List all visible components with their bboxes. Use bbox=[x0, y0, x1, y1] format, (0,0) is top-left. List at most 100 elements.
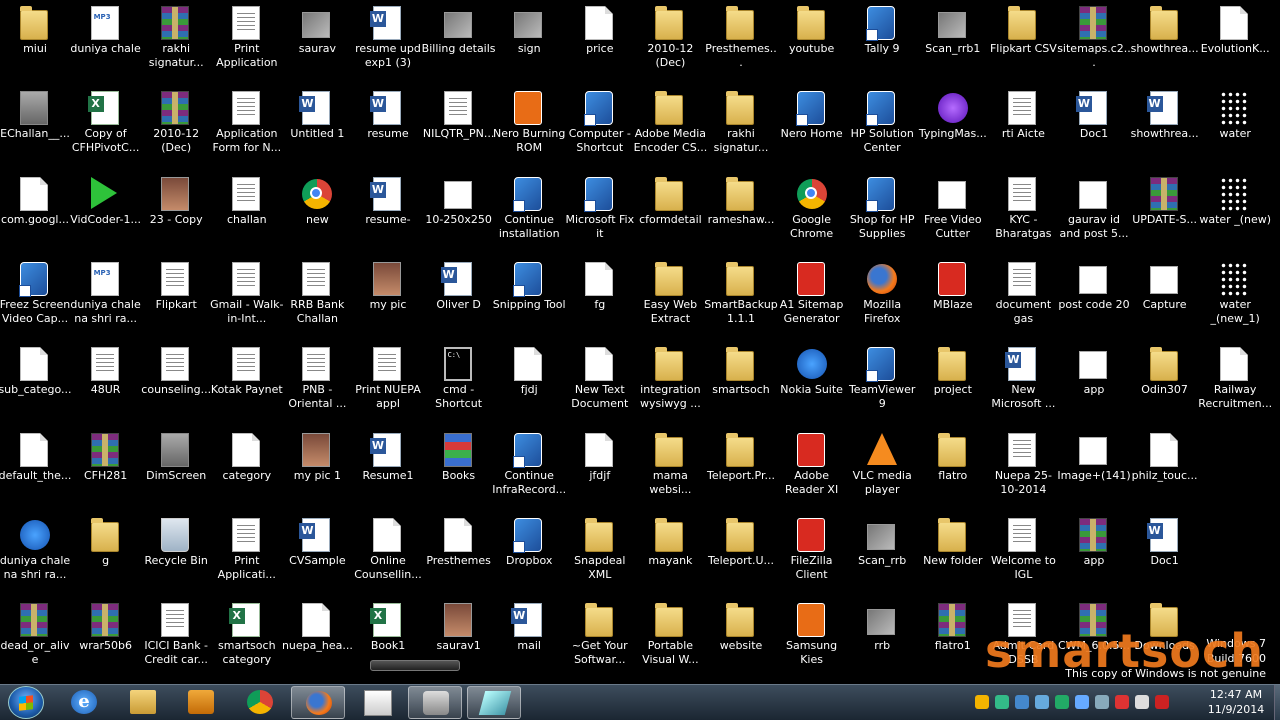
update-icon[interactable] bbox=[1075, 695, 1089, 709]
desktop-icon[interactable]: Dropbox bbox=[494, 514, 564, 594]
desktop-icon[interactable]: Nokia Suite bbox=[777, 343, 847, 423]
desktop-icon[interactable]: project bbox=[918, 343, 988, 423]
desktop-icon[interactable]: flatro1 bbox=[918, 599, 988, 679]
desktop[interactable]: miui duniya chale rakhi signatur... Print A… bbox=[0, 0, 1280, 684]
desktop-icon[interactable]: TeamViewer 9 bbox=[847, 343, 917, 423]
desktop-icon[interactable]: CFH281 bbox=[71, 429, 141, 509]
taskbar-google-chrome[interactable] bbox=[233, 686, 287, 719]
desktop-icon[interactable]: sign bbox=[494, 2, 564, 82]
desktop-icon[interactable]: Print Applicati... bbox=[212, 514, 282, 594]
desktop-icon[interactable]: Mozilla Firefox bbox=[847, 258, 917, 338]
desktop-icon[interactable]: Computer - Shortcut bbox=[565, 87, 635, 167]
desktop-icon[interactable]: Continue InfraRecord... bbox=[492, 429, 566, 509]
desktop-icon[interactable]: philz_touc... bbox=[1130, 429, 1200, 509]
tray-app-icon[interactable] bbox=[1055, 695, 1069, 709]
desktop-icon[interactable]: EChallan__... bbox=[0, 87, 70, 167]
desktop-icon[interactable]: Google Chrome bbox=[777, 173, 847, 253]
desktop-icon[interactable]: New folder bbox=[918, 514, 988, 594]
desktop-icon[interactable]: Welcome to IGL bbox=[988, 514, 1058, 594]
desktop-icon[interactable]: new bbox=[282, 173, 352, 253]
desktop-icon[interactable]: UPDATE-S... bbox=[1130, 173, 1200, 253]
desktop-icon[interactable]: Presthemes bbox=[424, 514, 494, 594]
desktop-icon[interactable]: Print Application bbox=[212, 2, 282, 82]
desktop-icon[interactable]: Adobe Reader XI bbox=[777, 429, 847, 509]
desktop-icon[interactable]: Continue installation ... bbox=[494, 173, 564, 253]
desktop-icon[interactable]: Image+(141) bbox=[1057, 429, 1131, 509]
desktop-icon[interactable]: 23 - Copy bbox=[141, 173, 211, 253]
desktop-icon[interactable]: ~Get Your Softwar... bbox=[565, 599, 635, 679]
desktop-icon[interactable]: Snapdeal XML bbox=[565, 514, 635, 594]
desktop-icon[interactable]: Gmail - Walk-in-Int... bbox=[210, 258, 283, 338]
desktop-icon[interactable]: com.googl... bbox=[0, 173, 70, 253]
power-icon[interactable] bbox=[1135, 695, 1149, 709]
desktop-icon[interactable]: post code 20 bbox=[1058, 258, 1130, 338]
desktop-icon[interactable]: price bbox=[565, 2, 635, 82]
desktop-icon[interactable]: EvolutionK... bbox=[1200, 2, 1270, 82]
desktop-icon[interactable]: default_the... bbox=[0, 429, 71, 509]
desktop-icon[interactable]: Tally 9 bbox=[847, 2, 917, 82]
desktop-icon[interactable]: 48UR bbox=[71, 343, 141, 423]
desktop-icon[interactable]: Freez Screen Video Cap... bbox=[0, 258, 70, 338]
desktop-icon[interactable]: document gas bbox=[988, 258, 1058, 338]
desktop-icon[interactable]: Scan_rrb bbox=[847, 514, 917, 594]
desktop-icon[interactable]: Online Counsellin... bbox=[353, 514, 423, 594]
network-icon[interactable] bbox=[995, 695, 1009, 709]
desktop-icon[interactable]: Print NUEPA appl bbox=[353, 343, 423, 423]
desktop-icon[interactable]: wrar50b6 bbox=[71, 599, 141, 679]
desktop-icon[interactable]: rameshaw... bbox=[706, 173, 776, 253]
desktop-icon[interactable]: miui bbox=[0, 2, 70, 82]
desktop-icon[interactable]: VLC media player bbox=[847, 429, 917, 509]
desktop-icon[interactable]: FileZilla Client bbox=[777, 514, 847, 594]
desktop-icon[interactable]: Microsoft Fix it bbox=[565, 173, 635, 253]
bluetooth-icon[interactable] bbox=[1035, 695, 1049, 709]
desktop-icon[interactable]: Nuepa 25-10-2014 bbox=[988, 429, 1058, 509]
desktop-icon[interactable]: resume- bbox=[353, 173, 423, 253]
desktop-icon[interactable]: fg bbox=[565, 258, 635, 338]
taskbar-internet-explorer[interactable]: e bbox=[57, 686, 111, 719]
desktop-icon[interactable]: mayank bbox=[635, 514, 705, 594]
desktop-icon[interactable]: rrb bbox=[847, 599, 917, 679]
desktop-icon[interactable]: HP Solution Center bbox=[847, 87, 917, 167]
desktop-icon[interactable]: Doc1 bbox=[1059, 87, 1129, 167]
desktop-icon[interactable]: Easy Web Extract 2.7.... bbox=[635, 258, 705, 338]
taskbar-windows-explorer[interactable] bbox=[116, 686, 170, 719]
desktop-icon[interactable]: SmartBackup 1.1.1 bbox=[704, 258, 778, 338]
desktop-icon[interactable]: Railway Recruitmen... bbox=[1198, 343, 1272, 423]
desktop-icon[interactable]: youtube bbox=[777, 2, 847, 82]
desktop-icon[interactable]: water bbox=[1200, 87, 1270, 167]
desktop-icon[interactable]: Samsung Kies bbox=[777, 599, 847, 679]
desktop-icon[interactable]: Adobe Media Encoder CS... bbox=[634, 87, 707, 167]
desktop-icon[interactable]: counseling... bbox=[141, 343, 211, 423]
desktop-icon[interactable]: KYC - Bharatgas bbox=[988, 173, 1058, 253]
desktop-icon[interactable]: Application Form for N... bbox=[212, 87, 282, 167]
volume-muted-icon[interactable] bbox=[1155, 695, 1169, 709]
desktop-icon[interactable]: Nero Burning ROM bbox=[493, 87, 565, 167]
desktop-icon[interactable]: g bbox=[71, 514, 141, 594]
desktop-icon[interactable]: my pic 1 bbox=[282, 429, 352, 509]
desktop-icon[interactable]: Books bbox=[424, 429, 494, 509]
desktop-icon[interactable]: water _(new_1) bbox=[1200, 258, 1270, 338]
desktop-icon[interactable]: New Microsoft ... bbox=[988, 343, 1058, 423]
desktop-icon[interactable]: Flipkart CSV bbox=[988, 2, 1058, 82]
desktop-icon[interactable]: nuepa_hea... bbox=[282, 599, 353, 679]
taskbar-camera-app[interactable] bbox=[408, 686, 462, 719]
desktop-icon[interactable]: duniya chale na shri ra... bbox=[70, 258, 141, 338]
desktop-icon[interactable]: VidCoder-1... bbox=[70, 173, 141, 253]
taskbar-window[interactable] bbox=[350, 686, 404, 719]
desktop-icon[interactable]: RRB Bank Challan bbox=[282, 258, 352, 338]
desktop-icon[interactable]: Recycle Bin bbox=[141, 514, 211, 594]
desktop-icon[interactable]: saurav bbox=[282, 2, 352, 82]
desktop-icon[interactable]: 2010-12 (Dec) bbox=[141, 87, 211, 167]
display-icon[interactable] bbox=[1095, 695, 1109, 709]
show-desktop-button[interactable] bbox=[1274, 685, 1280, 720]
desktop-icon[interactable]: smartsoch category bbox=[212, 599, 282, 679]
desktop-icon[interactable]: Teleport.U... bbox=[706, 514, 776, 594]
desktop-icon[interactable]: Odin307 bbox=[1130, 343, 1200, 423]
taskbar-firefox[interactable] bbox=[291, 686, 345, 719]
desktop-icon[interactable]: rti Aicte bbox=[988, 87, 1058, 167]
desktop-icon[interactable]: app bbox=[1059, 343, 1129, 423]
desktop-icon[interactable]: my pic bbox=[353, 258, 423, 338]
desktop-icon[interactable]: Oliver D bbox=[424, 258, 494, 338]
desktop-icon[interactable]: PNB -Oriental ... bbox=[282, 343, 352, 423]
desktop-icon[interactable]: New Text Document bbox=[565, 343, 635, 423]
